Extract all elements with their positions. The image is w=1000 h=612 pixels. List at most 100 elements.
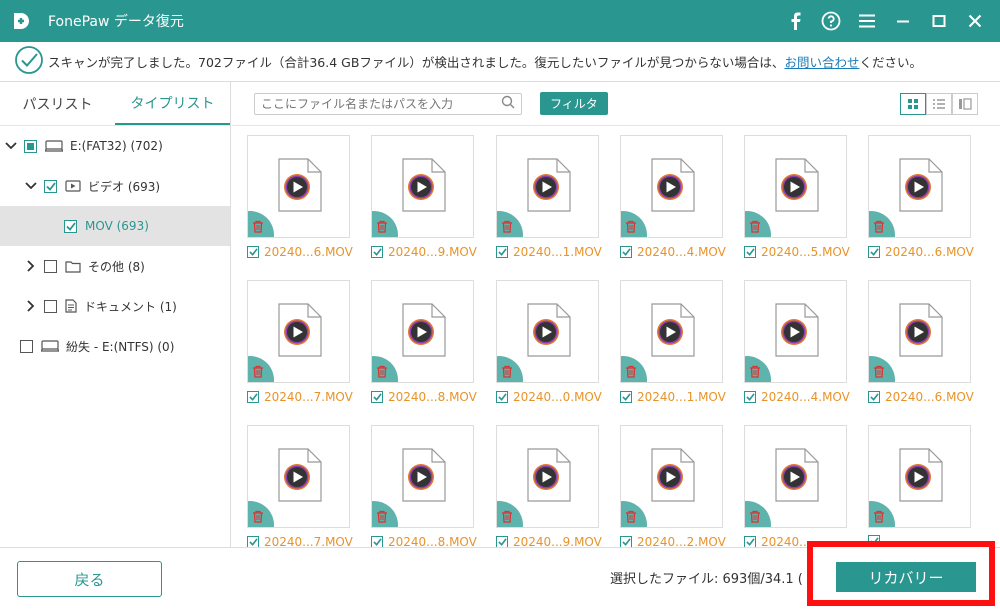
file-item[interactable]: 20240...1.MOV [605, 272, 726, 412]
other-checkbox[interactable] [44, 259, 57, 273]
file-thumbnail[interactable] [247, 280, 350, 383]
tab-path-list[interactable]: パスリスト [0, 82, 115, 125]
facebook-icon[interactable] [782, 8, 808, 34]
file-thumbnail[interactable] [744, 425, 847, 528]
file-checkbox[interactable] [371, 536, 383, 547]
mov-checkbox[interactable] [64, 219, 77, 233]
file-item[interactable]: 20240...9.MOV [356, 127, 477, 267]
scan-notice: スキャンが完了しました。702ファイル（合計36.4 GBファイル）が検出されま… [0, 42, 1000, 82]
tree-item-drive-e[interactable]: E:(FAT32) (702) [0, 126, 230, 166]
tree-item-label: E:(FAT32) (702) [70, 139, 163, 153]
file-thumbnail[interactable] [744, 280, 847, 383]
video-file-icon [899, 448, 943, 502]
file-item[interactable]: 20240...7.MOV [232, 272, 353, 412]
tree-item-mov[interactable]: MOV (693) [0, 206, 230, 246]
file-name: 20240...2.MOV [637, 535, 726, 547]
file-checkbox[interactable] [620, 246, 632, 258]
file-checkbox[interactable] [868, 246, 880, 258]
document-checkbox[interactable] [44, 299, 57, 313]
file-item[interactable]: 20240...4.MOV [729, 272, 850, 412]
search-input[interactable] [261, 96, 501, 111]
file-checkbox[interactable] [371, 391, 383, 403]
file-thumbnail[interactable] [371, 280, 474, 383]
file-thumbnail[interactable] [371, 135, 474, 238]
file-item[interactable] [853, 417, 973, 547]
tree-item-video[interactable]: ビデオ (693) [0, 166, 230, 206]
trash-icon [377, 220, 387, 233]
file-item[interactable]: 20240...9.MOV [481, 417, 602, 547]
maximize-icon[interactable] [926, 8, 952, 34]
file-name: 20240... [761, 535, 811, 547]
file-thumbnail[interactable] [620, 280, 723, 383]
file-item[interactable]: 20240...6.MOV [232, 127, 353, 267]
file-item[interactable]: 20240...1.MOV [481, 127, 602, 267]
file-name: 20240...7.MOV [264, 535, 353, 547]
app-logo-icon [0, 0, 42, 42]
search-icon[interactable] [501, 94, 515, 113]
chevron-right-icon[interactable] [24, 259, 38, 273]
chevron-right-icon[interactable] [24, 299, 38, 313]
grid-view-icon[interactable] [900, 93, 926, 115]
file-item[interactable]: 20240...8.MOV [356, 417, 477, 547]
drive-checkbox[interactable] [24, 139, 37, 153]
help-icon[interactable] [818, 8, 844, 34]
file-thumbnail[interactable] [620, 135, 723, 238]
video-file-icon [775, 158, 819, 212]
file-item[interactable]: 20240...8.MOV [356, 272, 477, 412]
back-button[interactable]: 戻る [17, 561, 162, 597]
drive-icon [45, 140, 63, 152]
file-checkbox[interactable] [496, 246, 508, 258]
video-checkbox[interactable] [44, 179, 57, 193]
file-item[interactable]: 20240...2.MOV [605, 417, 726, 547]
close-icon[interactable] [962, 8, 988, 34]
file-thumbnail[interactable] [371, 425, 474, 528]
file-item[interactable]: 20240...6.MOV [853, 127, 974, 267]
file-checkbox[interactable] [247, 536, 259, 547]
list-view-icon[interactable] [926, 93, 952, 115]
chevron-down-icon[interactable] [24, 179, 38, 193]
file-checkbox[interactable] [744, 246, 756, 258]
search-box[interactable] [254, 92, 522, 115]
tab-type-list[interactable]: タイプリスト [115, 82, 230, 125]
file-item[interactable]: 20240...0.MOV [481, 272, 602, 412]
file-thumbnail[interactable] [496, 425, 599, 528]
tree-item-other[interactable]: その他 (8) [0, 246, 230, 286]
file-checkbox[interactable] [496, 391, 508, 403]
contact-link[interactable]: お問い合わせ [784, 52, 859, 71]
file-checkbox[interactable] [620, 536, 632, 547]
file-name: 20240...6.MOV [264, 245, 353, 259]
video-file-icon [899, 303, 943, 357]
minimize-icon[interactable] [890, 8, 916, 34]
file-item[interactable]: 20240...7.MOV [232, 417, 353, 547]
file-checkbox[interactable] [620, 391, 632, 403]
file-item[interactable]: 20240...6.MOV [853, 272, 974, 412]
menu-icon[interactable] [854, 8, 880, 34]
file-item[interactable]: 20240...5.MOV [729, 127, 850, 267]
file-checkbox[interactable] [371, 246, 383, 258]
file-checkbox[interactable] [744, 391, 756, 403]
file-thumbnail[interactable] [247, 425, 350, 528]
file-checkbox[interactable] [868, 391, 880, 403]
file-thumbnail[interactable] [868, 135, 971, 238]
file-thumbnail[interactable] [247, 135, 350, 238]
file-thumbnail[interactable] [496, 135, 599, 238]
lost-checkbox[interactable] [20, 339, 33, 353]
tree-item-document[interactable]: ドキュメント (1) [0, 286, 230, 326]
file-item[interactable]: 20240...4.MOV [605, 127, 726, 267]
file-thumbnail[interactable] [620, 425, 723, 528]
detail-view-icon[interactable] [952, 93, 978, 115]
file-checkbox[interactable] [744, 536, 756, 547]
file-checkbox[interactable] [247, 391, 259, 403]
recover-button[interactable]: リカバリー [836, 562, 976, 592]
chevron-down-icon[interactable] [4, 139, 18, 153]
file-thumbnail[interactable] [868, 280, 971, 383]
file-checkbox[interactable] [496, 536, 508, 547]
filter-button[interactable]: フィルタ [540, 92, 608, 115]
file-item[interactable]: 20240... [729, 417, 849, 547]
file-checkbox[interactable] [247, 246, 259, 258]
file-thumbnail[interactable] [744, 135, 847, 238]
video-file-icon [651, 448, 695, 502]
file-thumbnail[interactable] [868, 425, 971, 528]
tree-item-lost-ntfs[interactable]: 紛失 - E:(NTFS) (0) [0, 326, 230, 366]
file-thumbnail[interactable] [496, 280, 599, 383]
